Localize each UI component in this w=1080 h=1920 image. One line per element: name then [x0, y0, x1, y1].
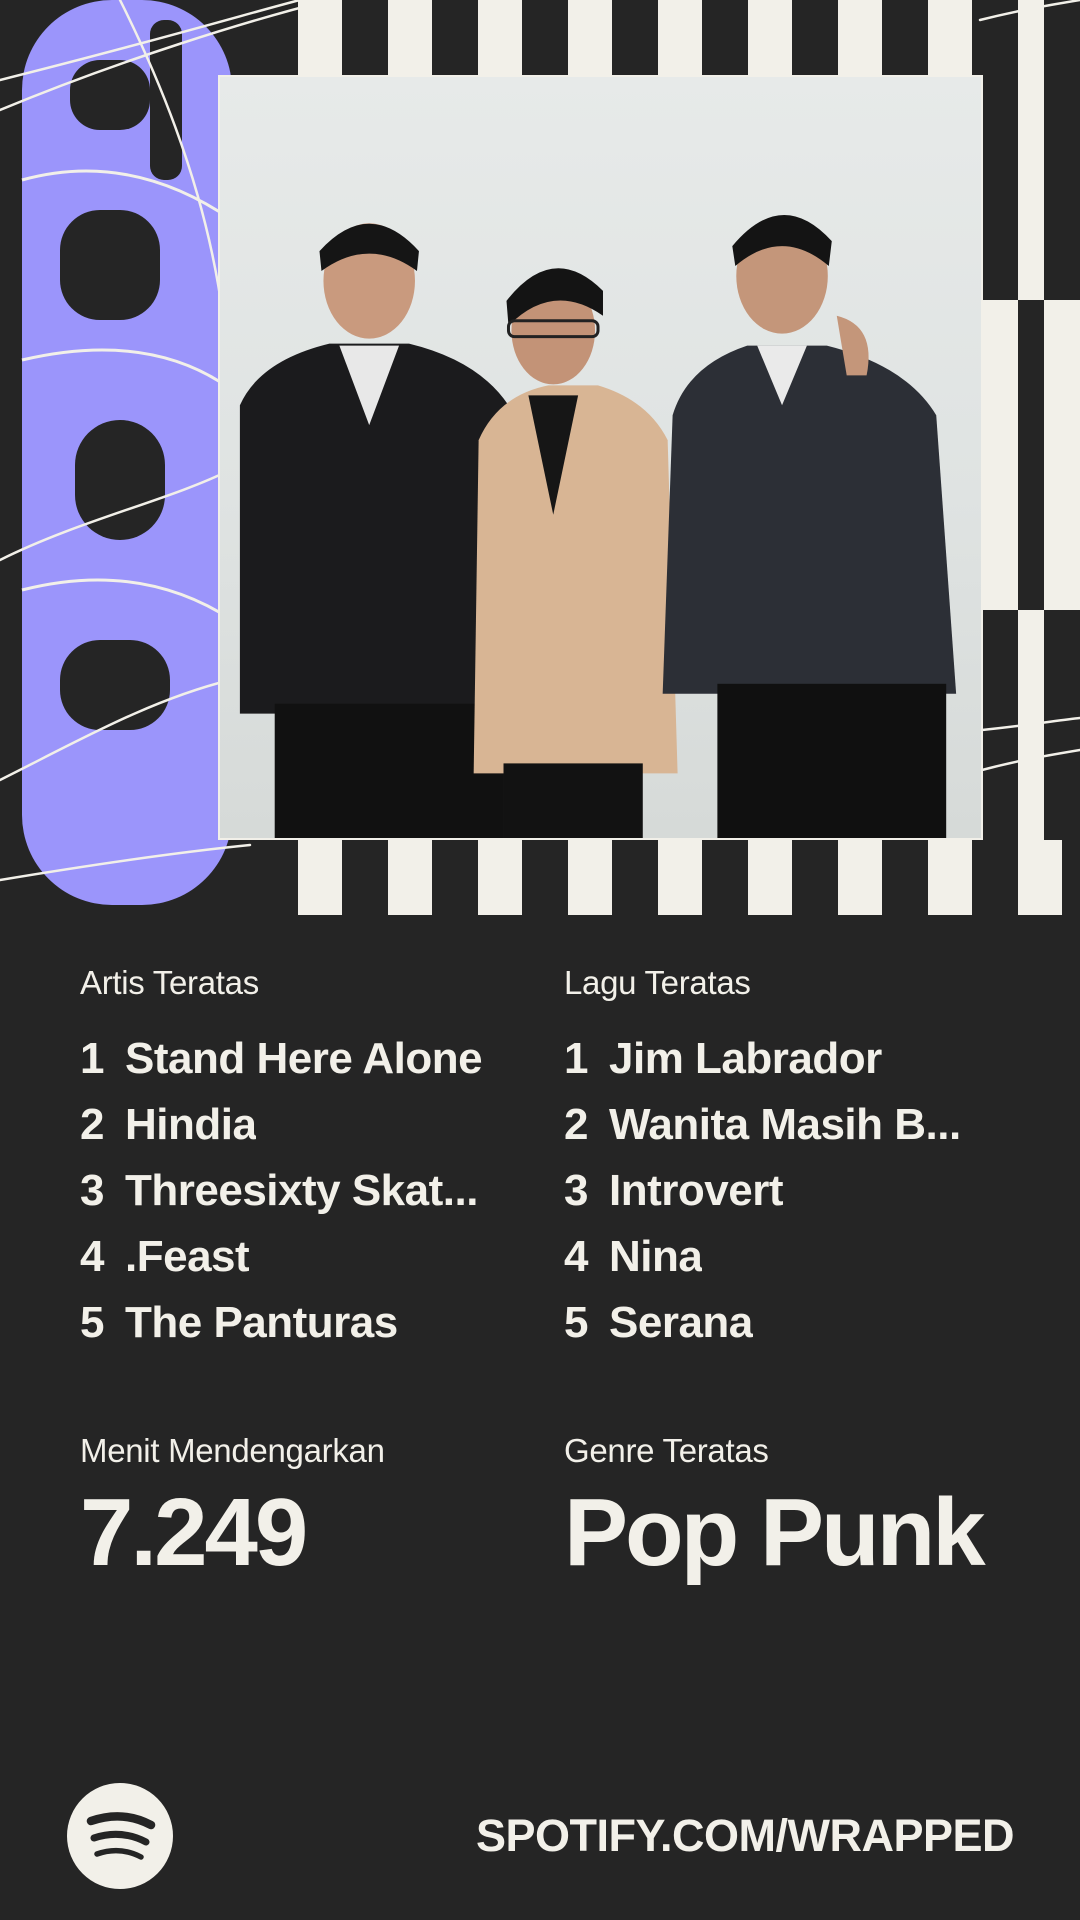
- rank-number: 1: [564, 1034, 588, 1083]
- rank-number: 1: [80, 1034, 104, 1083]
- band-photo-illustration: [239, 214, 957, 838]
- spotify-logo-icon: [67, 1783, 173, 1889]
- list-item: 5 The Panturas: [80, 1290, 520, 1356]
- artist-name: The Panturas: [125, 1298, 398, 1347]
- top-artists-label: Artis Teratas: [80, 964, 259, 1001]
- top-songs-section: Lagu Teratas 1 Jim Labrador 2 Wanita Mas…: [564, 958, 1004, 1356]
- top-genre-label: Genre Teratas: [564, 1432, 769, 1469]
- list-item: 3 Introvert: [564, 1158, 1004, 1224]
- list-item: 2 Hindia: [80, 1092, 520, 1158]
- top-artists-section: Artis Teratas 1 Stand Here Alone 2 Hindi…: [80, 958, 520, 1356]
- artist-name: .Feast: [125, 1232, 250, 1281]
- list-item: 2 Wanita Masih B...: [564, 1092, 1004, 1158]
- rank-number: 2: [80, 1100, 104, 1149]
- wrapped-share-card: Artis Teratas 1 Stand Here Alone 2 Hindi…: [0, 0, 1080, 1920]
- song-name: Serana: [609, 1298, 753, 1347]
- top-songs-label: Lagu Teratas: [564, 964, 751, 1001]
- header-artwork: [0, 0, 1080, 915]
- list-item: 1 Jim Labrador: [564, 1026, 1004, 1092]
- artist-name: Hindia: [125, 1100, 257, 1149]
- list-item: 1 Stand Here Alone: [80, 1026, 520, 1092]
- rank-number: 3: [564, 1166, 588, 1215]
- list-item: 3 Threesixty Skat...: [80, 1158, 520, 1224]
- top-genre-value: Pop Punk: [564, 1479, 986, 1586]
- wrapped-url[interactable]: SPOTIFY.COM/WRAPPED: [476, 1808, 1015, 1864]
- song-name: Nina: [609, 1232, 703, 1281]
- song-name: Wanita Masih B...: [609, 1100, 961, 1149]
- list-item: 4 Nina: [564, 1224, 1004, 1290]
- list-item: 4 .Feast: [80, 1224, 520, 1290]
- artist-photo: [218, 75, 983, 840]
- list-item: 5 Serana: [564, 1290, 1004, 1356]
- top-songs-list: 1 Jim Labrador 2 Wanita Masih B... 3 Int…: [564, 1026, 1004, 1356]
- song-name: Introvert: [609, 1166, 783, 1215]
- minutes-listened-value: 7.249: [80, 1479, 308, 1586]
- rank-number: 5: [80, 1298, 104, 1347]
- top-artists-list: 1 Stand Here Alone 2 Hindia 3 Threesixty…: [80, 1026, 520, 1356]
- top-genre-section: Genre Teratas Pop Punk: [564, 1426, 1044, 1588]
- rank-number: 5: [564, 1298, 588, 1347]
- minutes-listened-section: Menit Mendengarkan 7.249: [80, 1426, 520, 1588]
- minutes-listened-label: Menit Mendengarkan: [80, 1432, 385, 1469]
- rank-number: 4: [80, 1232, 104, 1281]
- artist-name: Threesixty Skat...: [125, 1166, 478, 1215]
- rank-number: 3: [80, 1166, 104, 1215]
- rank-number: 4: [564, 1232, 588, 1281]
- song-name: Jim Labrador: [609, 1034, 882, 1083]
- rank-number: 2: [564, 1100, 588, 1149]
- artist-name: Stand Here Alone: [125, 1034, 483, 1083]
